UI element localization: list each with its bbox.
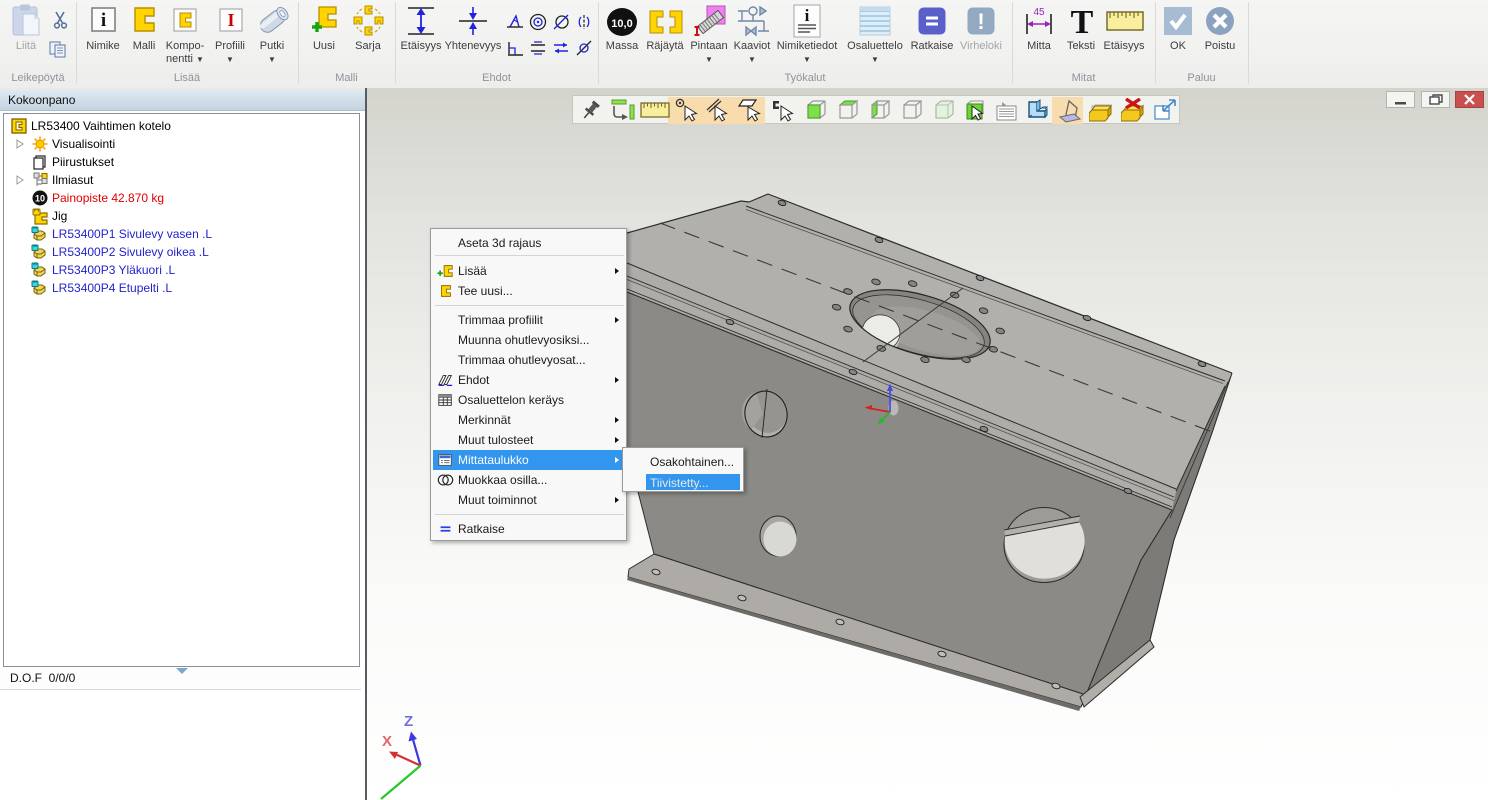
svg-text:T: T: [1071, 6, 1094, 36]
svg-text:i: i: [805, 6, 810, 25]
svg-text:X: X: [382, 733, 392, 750]
svg-text:i: i: [101, 10, 106, 31]
svg-text:45: 45: [1033, 7, 1045, 18]
svg-text:Z: Z: [404, 713, 413, 730]
svg-text:!: !: [977, 9, 984, 34]
svg-text:I: I: [227, 10, 234, 30]
svg-text:10,0: 10,0: [611, 18, 632, 30]
svg-text:10: 10: [35, 194, 45, 204]
